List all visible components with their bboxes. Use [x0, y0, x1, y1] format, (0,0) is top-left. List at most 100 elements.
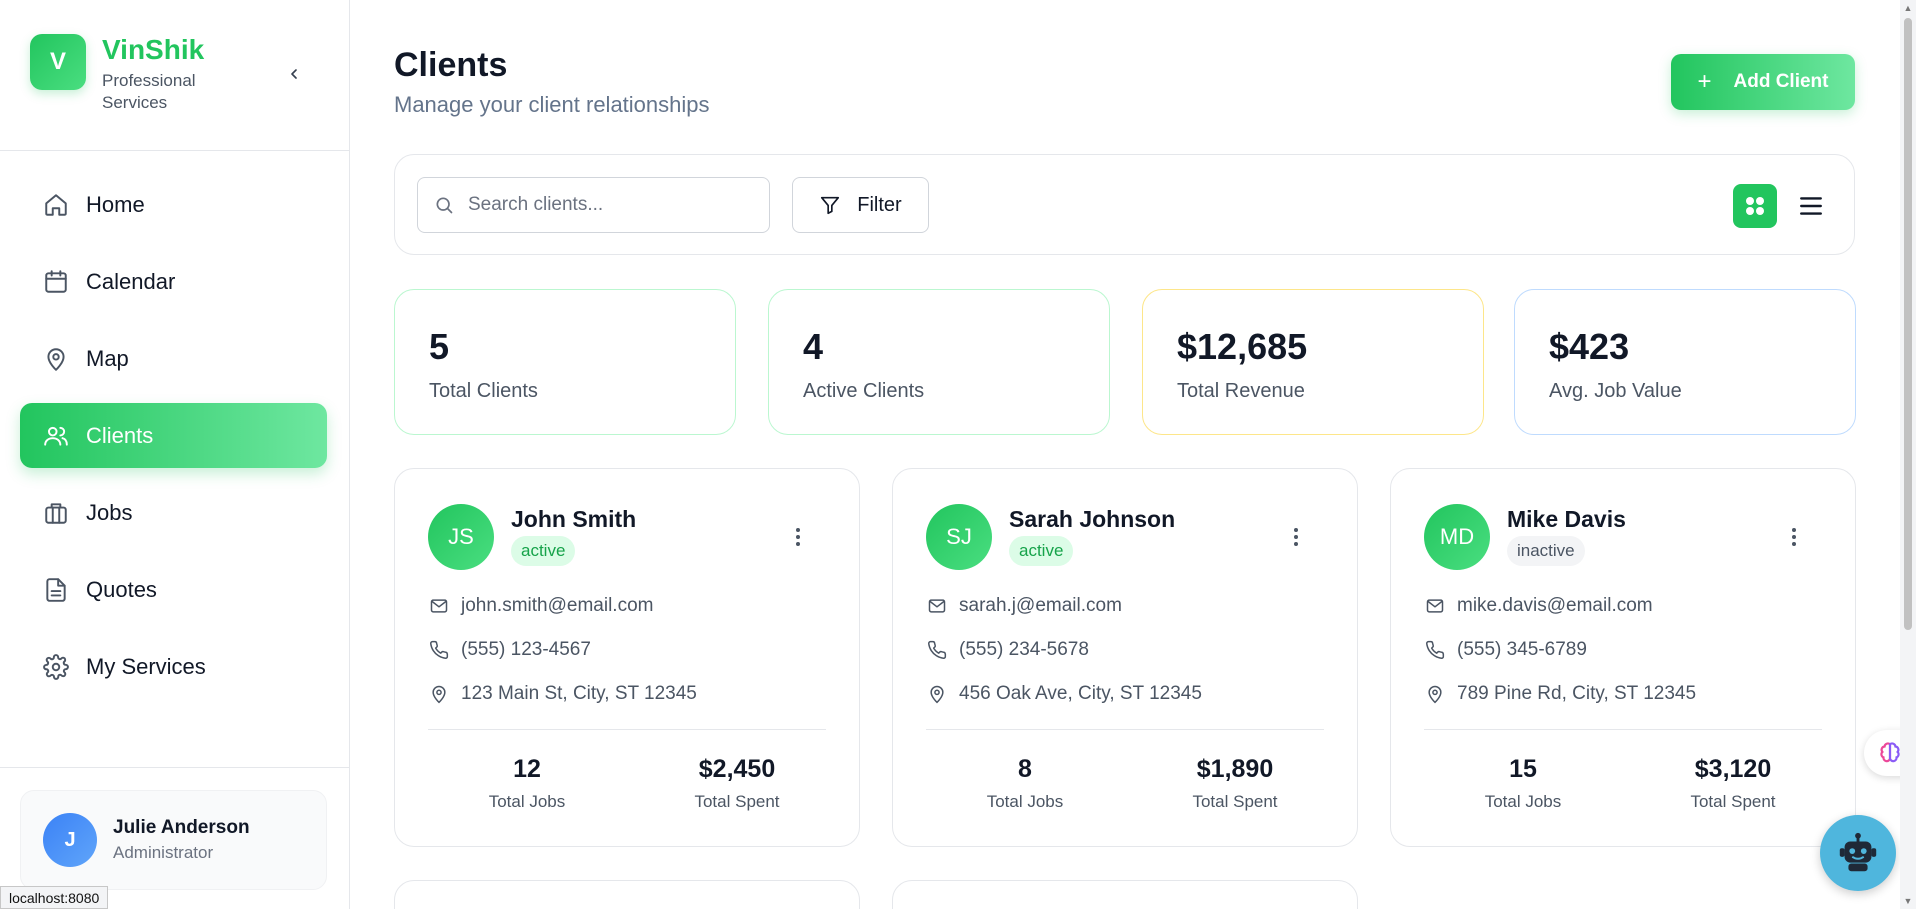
phone-icon — [926, 639, 948, 661]
stat-value: $423 — [1549, 326, 1630, 367]
search-input[interactable] — [468, 194, 748, 216]
divider — [428, 729, 826, 730]
sidebar-item-jobs[interactable]: Jobs — [20, 480, 327, 545]
stat-label: Total Revenue — [1177, 380, 1305, 402]
map-pin-icon — [1424, 683, 1446, 705]
client-card[interactable]: MD Mike Davis inactive mike.davis@email.… — [1390, 468, 1856, 847]
stat-label: Total Clients — [429, 380, 538, 402]
more-options-button[interactable] — [788, 521, 808, 553]
phone-icon — [1424, 639, 1446, 661]
collapse-sidebar-button[interactable] — [282, 62, 306, 86]
stat-card-avg-job-value: $423 Avg. Job Value — [1514, 289, 1856, 435]
user-profile-card[interactable]: J Julie Anderson Administrator — [20, 790, 327, 890]
page-scrollbar[interactable]: ▲ ▼ — [1900, 0, 1916, 909]
brand-subtitle: Professional Services — [102, 71, 196, 112]
search-icon — [436, 197, 453, 214]
search-box[interactable] — [417, 177, 770, 233]
sidebar-item-clients[interactable]: Clients — [20, 403, 327, 468]
sidebar-item-label: Quotes — [86, 576, 157, 602]
client-phone-row: (555) 123-4567 — [428, 639, 591, 661]
total-jobs-metric: 8 Total Jobs — [925, 755, 1125, 812]
stat-value: 5 — [429, 326, 450, 367]
stat-label: Active Clients — [803, 380, 925, 402]
total-jobs-metric: 12 Total Jobs — [427, 755, 627, 812]
map-pin-icon — [428, 683, 450, 705]
chevron-left-icon — [291, 69, 297, 79]
client-address: 789 Pine Rd, City, ST 12345 — [1457, 683, 1697, 704]
client-card[interactable]: SJ Sarah Johnson active sarah.j@email.co… — [892, 468, 1358, 847]
client-card-partial[interactable] — [892, 880, 1358, 909]
client-name: Mike Davis — [1507, 506, 1626, 532]
document-icon — [42, 576, 70, 604]
total-spent-label: Total Spent — [1690, 792, 1776, 811]
stat-card-total-revenue: $12,685 Total Revenue — [1142, 289, 1484, 435]
total-spent-metric: $3,120 Total Spent — [1633, 755, 1833, 812]
users-icon — [42, 422, 70, 450]
sidebar-item-quotes[interactable]: Quotes — [20, 557, 327, 622]
grid-icon — [1746, 197, 1764, 215]
filter-button[interactable]: Filter — [792, 177, 929, 233]
sidebar-item-map[interactable]: Map — [20, 326, 327, 391]
client-card[interactable]: JS John Smith active john.smith@email.co… — [394, 468, 860, 847]
client-phone-row: (555) 345-6789 — [1424, 639, 1587, 661]
scroll-down-arrow-icon[interactable]: ▼ — [1903, 896, 1913, 906]
sidebar-item-label: Map — [86, 345, 129, 371]
client-email-row: sarah.j@email.com — [926, 595, 1122, 617]
client-card-partial[interactable] — [394, 880, 860, 909]
sidebar-item-label: Jobs — [86, 499, 133, 525]
sidebar-item-label: My Services — [86, 653, 206, 679]
phone-icon — [428, 639, 450, 661]
client-email: mike.davis@email.com — [1457, 595, 1653, 616]
add-client-label: Add Client — [1733, 71, 1829, 92]
client-phone: (555) 345-6789 — [1457, 639, 1587, 660]
stat-value: 4 — [803, 326, 824, 367]
more-options-button[interactable] — [1286, 521, 1306, 553]
stat-value: $12,685 — [1177, 326, 1308, 367]
scroll-up-arrow-icon[interactable]: ▲ — [1903, 3, 1913, 13]
grid-view-button[interactable] — [1733, 184, 1777, 228]
add-client-button[interactable]: + Add Client — [1671, 54, 1855, 110]
plus-icon: + — [1697, 68, 1712, 95]
more-vertical-icon — [1792, 528, 1796, 546]
sidebar-item-home[interactable]: Home — [20, 172, 327, 237]
divider — [1424, 729, 1822, 730]
total-spent-value: $1,890 — [1196, 755, 1274, 783]
calendar-icon — [42, 268, 70, 296]
stat-card-active-clients: 4 Active Clients — [768, 289, 1110, 435]
sidebar: V VinShik Professional Services Home Cal… — [0, 0, 350, 909]
divider — [0, 150, 349, 151]
scroll-thumb[interactable] — [1904, 18, 1912, 630]
client-name: John Smith — [511, 506, 637, 532]
list-icon — [1800, 197, 1822, 215]
browser-status-url: localhost:8080 — [0, 886, 109, 909]
total-spent-value: $3,120 — [1694, 755, 1772, 783]
status-badge: active — [511, 536, 576, 566]
robot-icon — [1839, 832, 1877, 872]
total-spent-label: Total Spent — [694, 792, 780, 811]
total-spent-label: Total Spent — [1192, 792, 1278, 811]
sidebar-item-label: Home — [86, 191, 145, 217]
total-jobs-value: 8 — [1018, 755, 1032, 783]
user-name: Julie Anderson — [113, 817, 250, 838]
gear-icon — [42, 653, 70, 681]
map-pin-icon — [42, 345, 70, 373]
sidebar-item-label: Clients — [86, 422, 154, 448]
mail-icon — [1424, 595, 1446, 617]
sidebar-item-calendar[interactable]: Calendar — [20, 249, 327, 314]
list-view-button[interactable] — [1789, 184, 1833, 228]
client-address: 456 Oak Ave, City, ST 12345 — [959, 683, 1202, 704]
sidebar-item-my-services[interactable]: My Services — [20, 634, 327, 699]
total-jobs-metric: 15 Total Jobs — [1423, 755, 1623, 812]
brand-logo: V — [30, 34, 86, 90]
total-jobs-label: Total Jobs — [488, 792, 566, 811]
avatar: SJ — [926, 504, 992, 570]
client-email: john.smith@email.com — [461, 595, 654, 616]
total-spent-metric: $1,890 Total Spent — [1135, 755, 1335, 812]
client-email-row: mike.davis@email.com — [1424, 595, 1653, 617]
chatbot-button[interactable] — [1820, 815, 1896, 891]
brand-name: VinShik — [102, 34, 205, 65]
stat-label: Avg. Job Value — [1549, 380, 1682, 402]
more-options-button[interactable] — [1784, 521, 1804, 553]
total-spent-metric: $2,450 Total Spent — [637, 755, 837, 812]
status-badge: active — [1009, 536, 1074, 566]
